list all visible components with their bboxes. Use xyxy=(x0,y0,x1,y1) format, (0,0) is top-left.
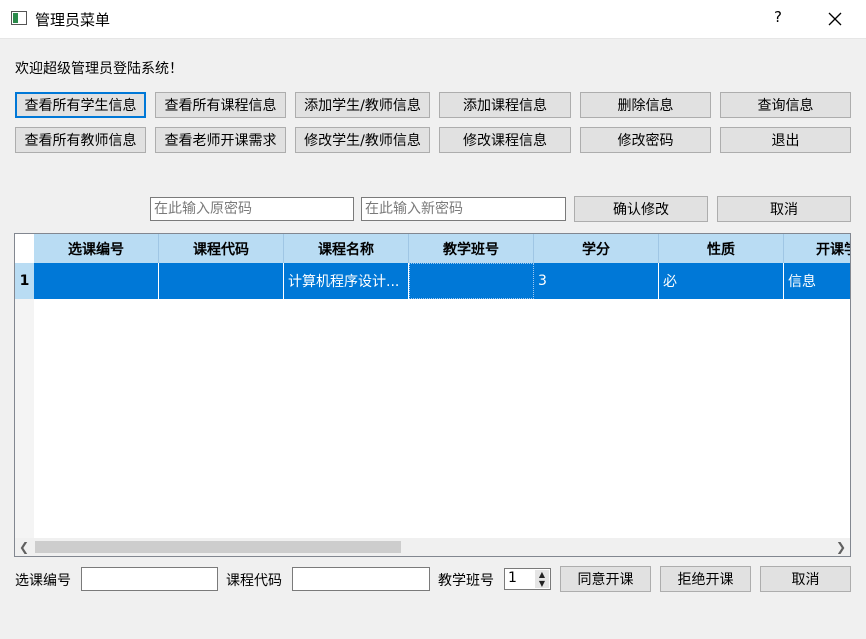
approve-course-button[interactable]: 同意开课 xyxy=(560,566,651,592)
table-cell[interactable]: 计算机程序设计... xyxy=(284,263,409,299)
scroll-right-icon[interactable]: ❯ xyxy=(832,538,850,556)
add-course-button[interactable]: 添加课程信息 xyxy=(439,92,571,118)
view-all-teachers-button[interactable]: 查看所有教师信息 xyxy=(15,127,146,153)
column-header-nature[interactable]: 性质 xyxy=(659,234,784,263)
view-all-courses-button[interactable]: 查看所有课程信息 xyxy=(155,92,286,118)
table-corner[interactable] xyxy=(15,234,34,263)
table-cell[interactable]: 3 xyxy=(534,263,659,299)
edit-course-button[interactable]: 修改课程信息 xyxy=(439,127,571,153)
course-id-label: 选课编号 xyxy=(15,573,71,589)
title-bar: 管理员菜单 ? xyxy=(0,0,866,39)
row-header[interactable]: 1 xyxy=(15,263,34,299)
close-icon[interactable] xyxy=(822,6,848,32)
course-code-label: 课程代码 xyxy=(226,573,282,589)
help-button[interactable]: ? xyxy=(766,8,790,30)
class-no-label: 教学班号 xyxy=(438,573,494,589)
column-header-course-code[interactable]: 课程代码 xyxy=(159,234,284,263)
spin-up-icon[interactable]: ▲ xyxy=(535,570,549,579)
row-header-area xyxy=(15,299,34,539)
class-no-spinbox[interactable]: 1 ▲ ▼ xyxy=(504,568,551,590)
view-all-students-button[interactable]: 查看所有学生信息 xyxy=(15,92,146,118)
table-cell[interactable] xyxy=(34,263,159,299)
reject-course-button[interactable]: 拒绝开课 xyxy=(660,566,751,592)
delete-info-button[interactable]: 删除信息 xyxy=(580,92,711,118)
app-window-icon xyxy=(11,11,27,25)
old-password-input[interactable]: 在此输入原密码 xyxy=(150,197,354,221)
column-header-course-name[interactable]: 课程名称 xyxy=(284,234,409,263)
new-password-input[interactable]: 在此输入新密码 xyxy=(361,197,566,221)
change-password-button[interactable]: 修改密码 xyxy=(580,127,711,153)
scrollbar-thumb[interactable] xyxy=(35,541,401,553)
confirm-change-button[interactable]: 确认修改 xyxy=(574,196,708,222)
view-teacher-requests-button[interactable]: 查看老师开课需求 xyxy=(155,127,286,153)
table-cell-current[interactable] xyxy=(409,263,534,299)
query-info-button[interactable]: 查询信息 xyxy=(720,92,851,118)
course-code-input[interactable] xyxy=(292,567,430,591)
bottom-cancel-button[interactable]: 取消 xyxy=(760,566,851,592)
window-title: 管理员菜单 xyxy=(35,11,111,29)
column-header-class-no[interactable]: 教学班号 xyxy=(409,234,534,263)
scroll-left-icon[interactable]: ❮ xyxy=(15,538,33,556)
exit-button[interactable]: 退出 xyxy=(720,127,851,153)
password-cancel-button[interactable]: 取消 xyxy=(717,196,851,222)
welcome-message: 欢迎超级管理员登陆系统！ xyxy=(15,61,183,77)
horizontal-scrollbar[interactable]: ❮ ❯ xyxy=(15,538,850,556)
edit-student-teacher-button[interactable]: 修改学生/教师信息 xyxy=(295,127,430,153)
course-table[interactable]: 选课编号 课程代码 课程名称 教学班号 学分 性质 开课学 1 计算机程序设计.… xyxy=(14,233,851,557)
course-id-input[interactable] xyxy=(81,567,218,591)
spin-down-icon[interactable]: ▼ xyxy=(535,579,549,588)
add-student-teacher-button[interactable]: 添加学生/教师信息 xyxy=(295,92,430,118)
column-header-course-selection-id[interactable]: 选课编号 xyxy=(34,234,159,263)
class-no-value: 1 xyxy=(508,570,517,586)
column-header-department[interactable]: 开课学 xyxy=(784,234,850,263)
column-header-credit[interactable]: 学分 xyxy=(534,234,659,263)
table-cell[interactable]: 必 xyxy=(659,263,784,299)
table-cell[interactable] xyxy=(159,263,284,299)
table-cell[interactable]: 信息 xyxy=(784,263,850,299)
